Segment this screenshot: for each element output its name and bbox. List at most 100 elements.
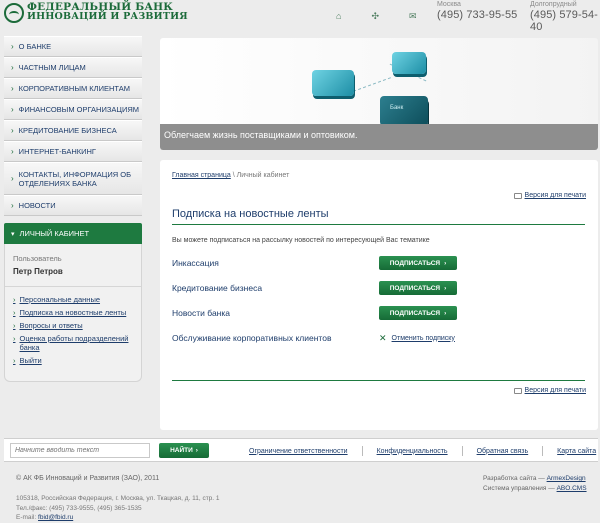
header: ФЕДЕРАЛЬНЫЙ БАНК ИННОВАЦИЙ И РАЗВИТИЯ ⌂ … — [0, 0, 600, 36]
banner-connector — [353, 77, 391, 92]
email-label: E-mail: — [16, 514, 37, 521]
sidebar-item-label: ЧАСТНЫМ ЛИЦАМ — [18, 63, 86, 72]
address: 105318, Российская Федерация, г. Москва,… — [16, 495, 220, 502]
developer-info: Разработка сайта — ArmexDesign Система у… — [483, 474, 587, 493]
cms-label: Система управления — — [483, 484, 555, 492]
home-icon[interactable]: ⌂ — [336, 11, 341, 22]
chevron-right-icon: › — [444, 259, 447, 267]
banner-bank-key-icon: Банк — [380, 96, 428, 126]
chevron-right-icon: › — [13, 295, 16, 304]
chevron-right-icon: › — [444, 309, 447, 317]
cabinet-link-label: Вопросы и ответы — [19, 321, 83, 330]
subscribe-button-label: ПОДПИСАТЬСЯ — [389, 309, 441, 317]
chevron-right-icon: › — [11, 63, 14, 72]
breadcrumb: Главная страница \ Личный кабинет — [172, 172, 289, 179]
sidebar-item-internet-banking[interactable]: › ИНТЕРНЕТ-БАНКИНГ — [4, 141, 142, 162]
print-version-link[interactable]: Версия для печати — [513, 192, 586, 199]
unsubscribe-label: Отменить подписку — [391, 334, 455, 342]
cabinet-link-subscriptions[interactable]: › Подписка на новостные ленты — [13, 308, 133, 317]
subscribe-button[interactable]: ПОДПИСАТЬСЯ › — [379, 256, 457, 270]
footer: © АК ФБ Инноваций и Развития (ЗАО), 2011… — [0, 463, 600, 523]
breadcrumb-home-link[interactable]: Главная страница — [172, 172, 231, 179]
print-label: Версия для печати — [524, 387, 586, 394]
personal-cabinet-header[interactable]: ▾ ЛИЧНЫЙ КАБИНЕТ — [4, 223, 142, 244]
sidebar-item-contacts[interactable]: › КОНТАКТЫ, ИНФОРМАЦИЯ ОБ ОТДЕЛЕНИЯХ БАНК… — [4, 162, 142, 195]
phone-dolgoprudny: Долгопрудный (495) 579-54-40 — [530, 1, 600, 33]
email-link[interactable]: fbid@fbid.ru — [38, 514, 73, 521]
copyright: © АК ФБ Инноваций и Развития (ЗАО), 2011 — [16, 475, 160, 482]
chevron-right-icon: › — [11, 147, 14, 156]
banner-key-icon — [392, 52, 426, 74]
printer-icon — [513, 387, 522, 394]
header-icons: ⌂ ✣ ✉ — [336, 11, 417, 22]
subscribe-button[interactable]: ПОДПИСАТЬСЯ › — [379, 306, 457, 320]
breadcrumb-separator: \ — [232, 172, 235, 179]
user-name: Петр Петров — [13, 267, 63, 276]
subscription-row: Кредитование бизнеса ПОДПИСАТЬСЯ › — [172, 280, 585, 296]
bank-logo[interactable]: ФЕДЕРАЛЬНЫЙ БАНК ИННОВАЦИЙ И РАЗВИТИЯ — [4, 2, 188, 23]
phone-number: (495) 579-54-40 — [530, 9, 598, 33]
footer-link-disclaimer[interactable]: Ограничение ответственности — [249, 448, 348, 455]
phone-number: (495) 733-95-55 — [437, 9, 518, 21]
subscribe-button-label: ПОДПИСАТЬСЯ — [389, 284, 441, 292]
footer-link-privacy[interactable]: Конфиденциальность — [377, 448, 448, 455]
banner-key-label: Банк — [390, 105, 404, 111]
search-input[interactable] — [10, 442, 150, 458]
chevron-right-icon: › — [13, 321, 16, 330]
cabinet-link-faq[interactable]: › Вопросы и ответы — [13, 321, 133, 330]
sitemap-icon[interactable]: ✣ — [371, 11, 379, 22]
contact-info: 105318, Российская Федерация, г. Москва,… — [16, 494, 220, 523]
personal-cabinet-panel: Пользователь Петр Петров › Персональные д… — [4, 244, 142, 382]
print-version-link[interactable]: Версия для печати — [513, 387, 586, 394]
chevron-right-icon: › — [13, 356, 16, 365]
divider — [5, 286, 141, 287]
sidebar-item-corporate[interactable]: › КОРПОРАТИВНЫМ КЛИЕНТАМ — [4, 78, 142, 99]
cabinet-link-label: Подписка на новостные ленты — [19, 308, 127, 317]
chevron-right-icon: › — [11, 42, 14, 51]
sidebar-item-label: ИНТЕРНЕТ-БАНКИНГ — [18, 147, 96, 156]
print-label: Версия для печати — [524, 192, 586, 199]
breadcrumb-current: Личный кабинет — [236, 172, 290, 179]
mail-icon[interactable]: ✉ — [409, 11, 417, 22]
divider — [361, 446, 363, 456]
title-divider — [172, 224, 585, 225]
page-description: Вы можете подписаться на рассылку новост… — [172, 237, 430, 244]
close-icon: ✕ — [379, 332, 387, 343]
sidebar-item-private[interactable]: › ЧАСТНЫМ ЛИЦАМ — [4, 57, 142, 78]
developer-link[interactable]: ArmexDesign — [547, 475, 586, 482]
chevron-right-icon: › — [195, 446, 198, 454]
divider — [542, 446, 544, 456]
subscription-label: Инкассация — [172, 258, 219, 268]
phones: Тел./факс: (495) 733-9555, (495) 365-153… — [16, 504, 142, 512]
cms-link[interactable]: ABO.CMS — [557, 485, 587, 492]
subscription-row: Обслуживание корпоративных клиентов ✕ От… — [172, 330, 585, 346]
sidebar-item-lending[interactable]: › КРЕДИТОВАНИЕ БИЗНЕСА — [4, 120, 142, 141]
subscription-label: Обслуживание корпоративных клиентов — [172, 333, 332, 343]
promo-banner[interactable]: Банк Облегчаем жизнь поставщиками и опто… — [160, 38, 598, 150]
cabinet-link-label: Оценка работы подразделений банка — [19, 334, 129, 352]
footer-nav: Ограничение ответственности Конфиденциал… — [249, 446, 596, 456]
chevron-right-icon: › — [11, 84, 14, 93]
cabinet-link-personal-data[interactable]: › Персональные данные — [13, 295, 133, 304]
subscribe-button-label: ПОДПИСАТЬСЯ — [389, 259, 441, 267]
sidebar-item-news[interactable]: › НОВОСТИ — [4, 195, 142, 216]
banner-caption: Облегчаем жизнь поставщиками и оптовиком… — [164, 130, 358, 140]
unsubscribe-link[interactable]: ✕ Отменить подписку — [379, 333, 455, 344]
developer-label: Разработка сайта — — [483, 475, 545, 482]
bottom-divider — [172, 380, 585, 381]
footer-link-feedback[interactable]: Обратная связь — [477, 448, 529, 455]
cabinet-link-logout[interactable]: › Выйти — [13, 356, 133, 365]
chevron-right-icon: › — [13, 334, 16, 343]
footer-link-sitemap[interactable]: Карта сайта — [557, 448, 596, 455]
printer-icon — [513, 192, 522, 199]
main-content: Главная страница \ Личный кабинет Версия… — [160, 160, 598, 430]
cabinet-link-rating[interactable]: › Оценка работы подразделений банка — [13, 334, 133, 352]
subscribe-button[interactable]: ПОДПИСАТЬСЯ › — [379, 281, 457, 295]
search-button[interactable]: НАЙТИ › — [159, 442, 209, 458]
chevron-right-icon: › — [11, 201, 14, 210]
sidebar-item-label: КОНТАКТЫ, ИНФОРМАЦИЯ ОБ ОТДЕЛЕНИЯХ БАНКА — [18, 169, 132, 188]
chevron-right-icon: › — [11, 174, 14, 183]
subscription-row: Новости банка ПОДПИСАТЬСЯ › — [172, 305, 585, 321]
sidebar-item-about[interactable]: › О БАНКЕ — [4, 36, 142, 57]
sidebar-item-financial[interactable]: › ФИНАНСОВЫМ ОРГАНИЗАЦИЯМ — [4, 99, 142, 120]
